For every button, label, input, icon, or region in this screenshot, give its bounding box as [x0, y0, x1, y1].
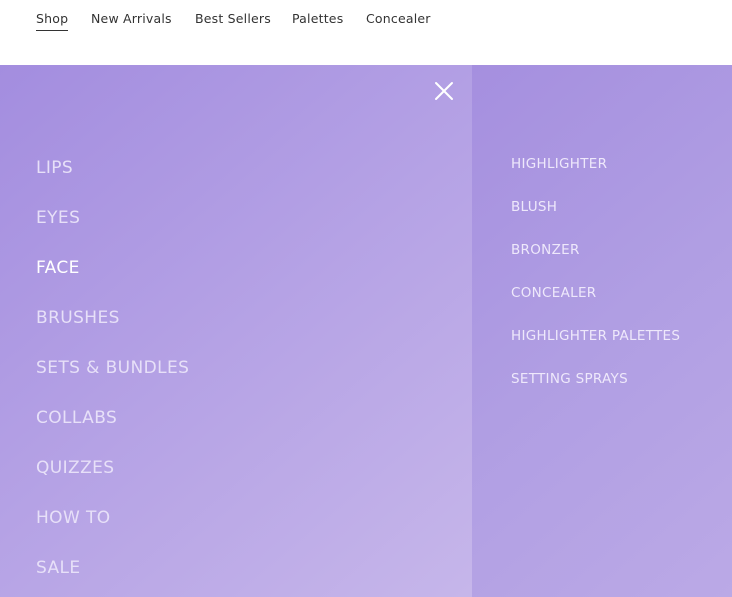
category-eyes[interactable]: EYES — [36, 208, 80, 228]
category-sale[interactable]: SALE — [36, 558, 81, 578]
category-face[interactable]: FACE — [36, 258, 80, 278]
subcategory-highlighter[interactable]: HIGHLIGHTER — [511, 156, 607, 172]
nav-link-palettes[interactable]: Palettes — [292, 11, 343, 30]
nav-link-new-arrivals[interactable]: New Arrivals — [91, 11, 172, 30]
category-sets-bundles[interactable]: SETS & BUNDLES — [36, 358, 189, 378]
top-navigation: Shop New Arrivals Best Sellers Palettes … — [0, 0, 732, 65]
nav-link-concealer[interactable]: Concealer — [366, 11, 431, 30]
subcategory-concealer[interactable]: CONCEALER — [511, 285, 596, 301]
nav-link-best-sellers[interactable]: Best Sellers — [195, 11, 271, 30]
category-how-to[interactable]: HOW TO — [36, 508, 111, 528]
subcategory-setting-sprays[interactable]: SETTING SPRAYS — [511, 371, 628, 387]
close-icon[interactable] — [432, 79, 456, 103]
subcategory-blush[interactable]: BLUSH — [511, 199, 557, 215]
mega-menu: LIPS EYES FACE BRUSHES SETS & BUNDLES CO… — [0, 65, 732, 597]
category-panel: LIPS EYES FACE BRUSHES SETS & BUNDLES CO… — [0, 65, 472, 597]
category-collabs[interactable]: COLLABS — [36, 408, 117, 428]
subcategory-highlighter-palettes[interactable]: HIGHLIGHTER PALETTES — [511, 328, 680, 344]
subcategory-panel: HIGHLIGHTER BLUSH BRONZER CONCEALER HIGH… — [472, 65, 732, 597]
category-lips[interactable]: LIPS — [36, 158, 73, 178]
subcategory-bronzer[interactable]: BRONZER — [511, 242, 580, 258]
category-quizzes[interactable]: QUIZZES — [36, 458, 114, 478]
category-brushes[interactable]: BRUSHES — [36, 308, 120, 328]
nav-link-shop[interactable]: Shop — [36, 11, 69, 31]
